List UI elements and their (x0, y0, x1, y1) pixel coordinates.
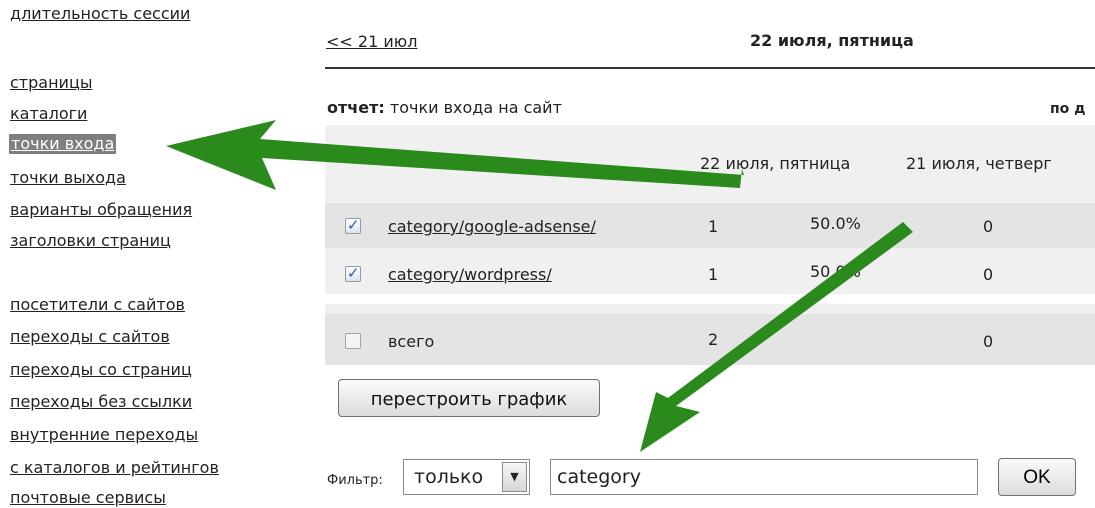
sidebar-item-direct-referrals[interactable]: переходы без ссылки (10, 392, 192, 412)
row-count-day1: 1 (708, 265, 719, 284)
sidebar-item-internal-referrals[interactable]: внутренние переходы (10, 425, 198, 445)
filter-label: Фильтр: (327, 473, 383, 488)
filter-input[interactable] (550, 459, 978, 495)
current-day-title: 22 июля, пятница (750, 31, 914, 50)
sidebar-item-catalogs-ratings[interactable]: с каталогов и рейтингов (10, 458, 219, 478)
sidebar-item-referrals-from-sites[interactable]: переходы с сайтов (10, 327, 170, 347)
chevron-down-icon[interactable]: ▼ (502, 462, 527, 492)
report-label-prefix: отчет: (327, 98, 385, 117)
sidebar-item-page-titles[interactable]: заголовки страниц (10, 231, 171, 251)
sidebar-item-entry-points[interactable]: точки входа (9, 134, 117, 154)
row-count-day2: 0 (983, 217, 994, 236)
row-count-day2: 0 (983, 265, 994, 284)
sidebar-item-session-duration[interactable]: длительность сессии (10, 4, 190, 24)
sidebar-item-referrals-from-pages[interactable]: переходы со страниц (10, 360, 192, 380)
total-count-day2: 0 (983, 332, 994, 351)
sidebar-item-pages[interactable]: страницы (10, 73, 92, 93)
sidebar-item-request-variants[interactable]: варианты обращения (10, 200, 192, 220)
rebuild-chart-button[interactable]: перестроить график (338, 379, 600, 417)
column-header-day2: 21 июля, четверг (906, 154, 1052, 173)
row-count-day1: 1 (708, 217, 719, 236)
sidebar-item-exit-points[interactable]: точки выхода (10, 168, 126, 188)
report-title: отчет: точки входа на сайт (327, 98, 562, 117)
row-checkbox[interactable] (345, 216, 361, 234)
total-checkbox[interactable] (345, 333, 361, 349)
column-header-day1: 22 июля, пятница (700, 154, 851, 173)
sidebar-item-visitors-from-sites[interactable]: посетители с сайтов (10, 295, 185, 315)
prev-day-link[interactable]: << 21 июл (326, 32, 417, 51)
filter-mode-select[interactable]: только ▼ (403, 459, 530, 495)
report-name: точки входа на сайт (389, 98, 562, 117)
group-by-label: по д (1050, 101, 1086, 117)
row-link[interactable]: category/google-adsense/ (388, 217, 596, 236)
table-row-gap (325, 294, 1095, 304)
header-divider (325, 67, 1095, 69)
row-percent-day1: 50.0% (810, 214, 861, 233)
filter-mode-value: только (414, 466, 484, 488)
total-label: всего (388, 332, 435, 351)
total-count-day1: 2 (708, 330, 719, 349)
sidebar-item-catalogs[interactable]: каталоги (10, 104, 87, 124)
sidebar-item-mail-services[interactable]: почтовые сервисы (10, 488, 166, 508)
ok-button[interactable]: OK (998, 458, 1076, 496)
row-link[interactable]: category/wordpress/ (388, 265, 552, 284)
row-checkbox[interactable] (345, 264, 361, 282)
row-percent-day1: 50.0% (810, 262, 861, 281)
